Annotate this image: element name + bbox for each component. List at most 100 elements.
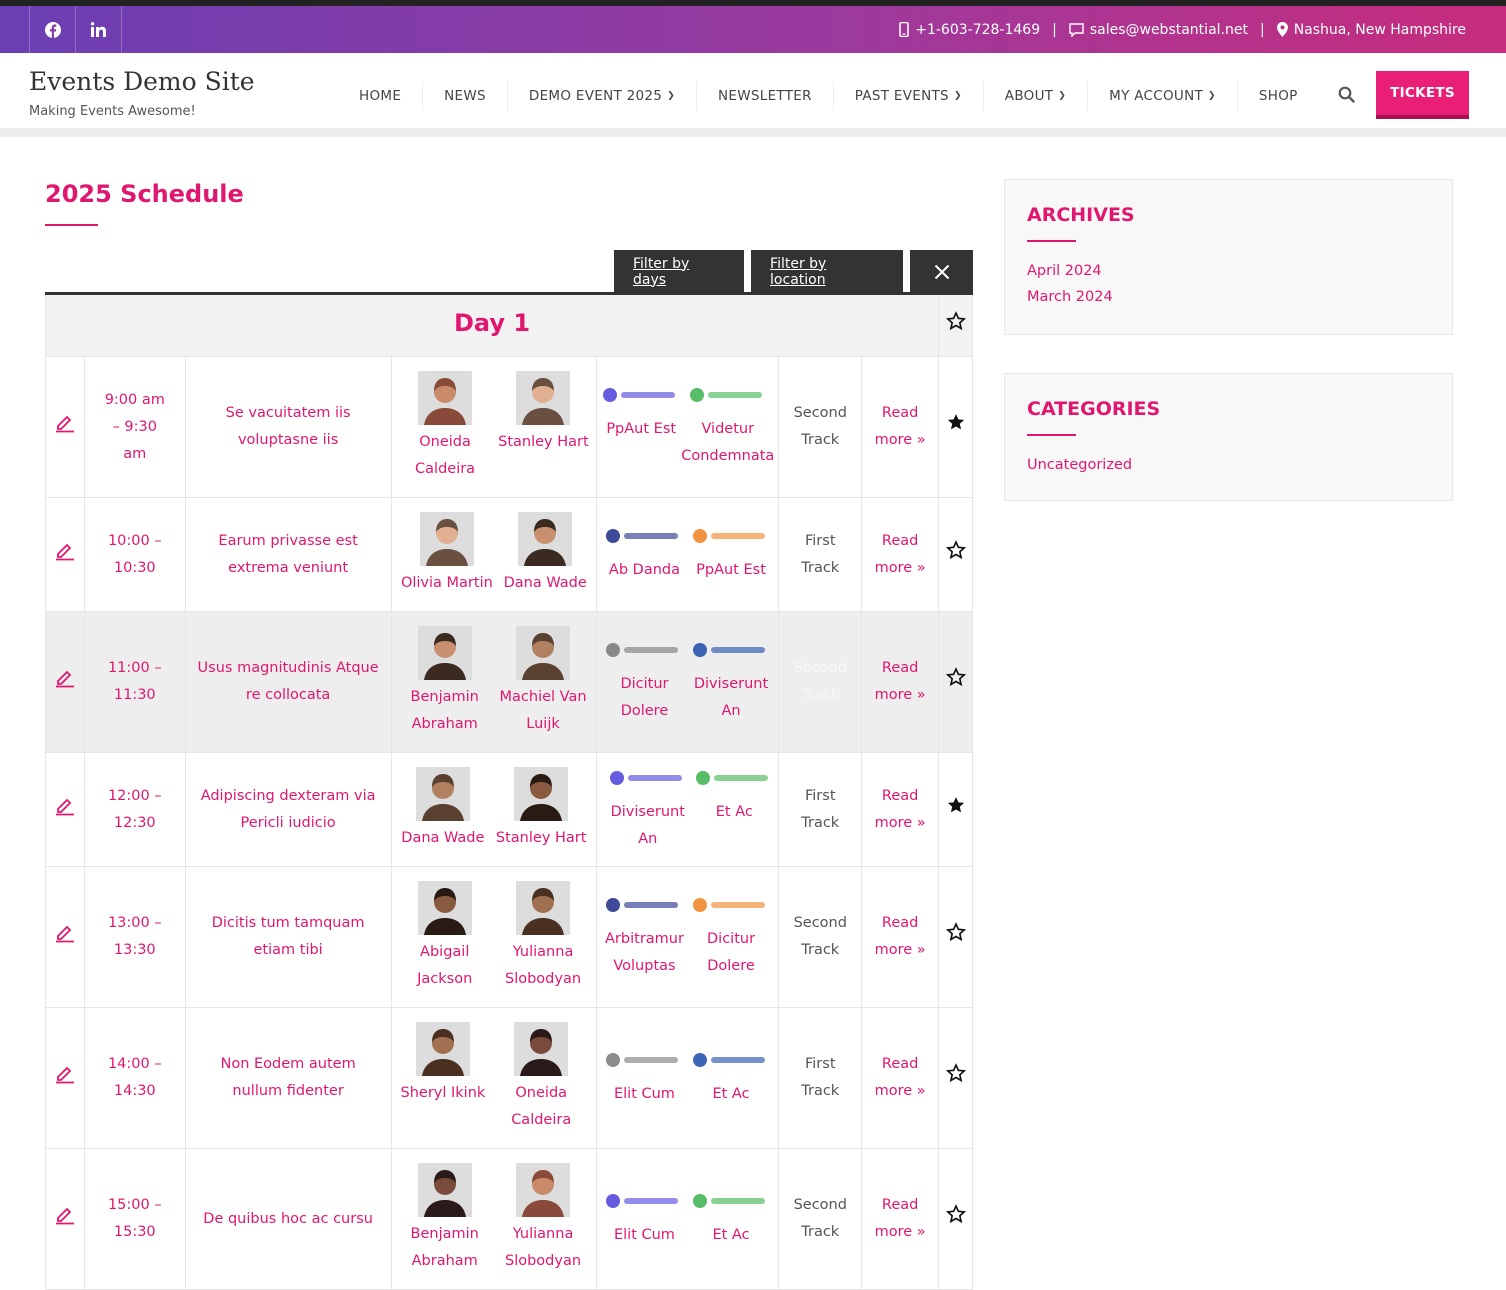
speaker-avatar[interactable] — [419, 512, 474, 566]
sponsor-name-link[interactable]: Videtur Condemnata — [681, 416, 774, 470]
speaker-name-link[interactable]: Abigail Jackson — [399, 939, 491, 993]
sponsor-logo[interactable] — [604, 1049, 684, 1071]
session-time-link[interactable]: 12:00 – 12:30 — [100, 783, 170, 837]
sponsor-name-link[interactable]: Et Ac — [712, 1222, 749, 1249]
star-outline-icon[interactable] — [945, 667, 966, 687]
sponsor-name-link[interactable]: PpAut Est — [696, 557, 766, 584]
nav-item-past-events[interactable]: PAST EVENTS ❯ — [834, 81, 984, 111]
sponsor-logo[interactable] — [694, 767, 774, 789]
sponsor-name-link[interactable]: Arbitramur Voluptas — [601, 926, 688, 980]
sponsor-name-link[interactable]: PpAut Est — [606, 416, 676, 443]
sponsor-logo[interactable] — [691, 1049, 771, 1071]
star-filled-icon[interactable] — [946, 412, 966, 432]
sponsor-logo[interactable] — [604, 525, 684, 547]
speaker-name-link[interactable]: Machiel Van Luijk — [497, 684, 589, 738]
sponsor-logo[interactable] — [601, 384, 681, 406]
clear-filters-button[interactable] — [910, 250, 973, 293]
speaker-name-link[interactable]: Yulianna Slobodyan — [497, 939, 589, 993]
speaker-name-link[interactable]: Stanley Hart — [496, 825, 587, 852]
session-time-link[interactable]: 11:00 – 11:30 — [100, 655, 170, 709]
speaker-avatar[interactable] — [514, 1022, 569, 1076]
speaker-avatar[interactable] — [518, 512, 573, 566]
tickets-button[interactable]: TICKETS — [1376, 71, 1469, 119]
read-more-link[interactable]: Read more » — [874, 528, 926, 582]
sponsor-logo[interactable] — [691, 1190, 771, 1212]
edit-session-link[interactable] — [54, 411, 76, 443]
speaker-name-link[interactable]: Oneida Caldeira — [399, 429, 491, 483]
speaker-name-link[interactable]: Olivia Martin — [401, 570, 493, 597]
category-link[interactable]: Uncategorized — [1027, 452, 1430, 478]
session-title-link[interactable]: Earum privasse est extrema veniunt — [196, 528, 381, 582]
speaker-avatar[interactable] — [418, 371, 473, 425]
sponsor-logo[interactable] — [608, 767, 688, 789]
archive-link[interactable]: March 2024 — [1027, 284, 1430, 310]
session-title-link[interactable]: Se vacuitatem iis voluptasne iis — [196, 400, 381, 454]
linkedin-link[interactable] — [76, 6, 122, 53]
speaker-name-link[interactable]: Benjamin Abraham — [399, 1221, 491, 1275]
sponsor-logo[interactable] — [691, 525, 771, 547]
speaker-avatar[interactable] — [415, 767, 470, 821]
site-title[interactable]: Events Demo Site — [29, 67, 255, 96]
speaker-avatar[interactable] — [417, 881, 472, 935]
phone-number[interactable]: +1-603-728-1469 — [915, 22, 1040, 38]
sponsor-logo[interactable] — [688, 384, 768, 406]
read-more-link[interactable]: Read more » — [874, 910, 926, 964]
nav-item-about[interactable]: ABOUT ❯ — [984, 81, 1089, 111]
edit-session-link[interactable] — [54, 1203, 76, 1235]
nav-item-shop[interactable]: SHOP — [1238, 81, 1319, 111]
sponsor-logo[interactable] — [604, 639, 684, 661]
speaker-avatar[interactable] — [516, 1163, 571, 1217]
sponsor-name-link[interactable]: Et Ac — [712, 1081, 749, 1108]
sponsor-name-link[interactable]: Dicitur Dolere — [601, 671, 688, 725]
speaker-avatar[interactable] — [415, 1022, 470, 1076]
speaker-name-link[interactable]: Benjamin Abraham — [399, 684, 491, 738]
star-outline-icon[interactable] — [945, 310, 966, 331]
speaker-name-link[interactable]: Oneida Caldeira — [495, 1080, 587, 1134]
session-title-link[interactable]: Non Eodem autem nullum fidenter — [196, 1051, 381, 1105]
sponsor-name-link[interactable]: Diviserunt An — [601, 799, 694, 853]
sponsor-logo[interactable] — [691, 639, 771, 661]
edit-session-link[interactable] — [54, 794, 76, 826]
speaker-name-link[interactable]: Sheryl Ikink — [401, 1080, 486, 1107]
session-title-link[interactable]: Dicitis tum tamquam etiam tibi — [196, 910, 381, 964]
speaker-name-link[interactable]: Dana Wade — [401, 825, 484, 852]
session-time-link[interactable]: 9:00 am – 9:30 am — [100, 387, 170, 468]
search-button[interactable] — [1338, 86, 1355, 107]
edit-session-link[interactable] — [54, 921, 76, 953]
facebook-link[interactable] — [30, 6, 76, 53]
nav-item-newsletter[interactable]: NEWSLETTER — [697, 81, 834, 111]
filter-by-location-button[interactable]: Filter by location — [751, 250, 904, 293]
read-more-link[interactable]: Read more » — [874, 400, 926, 454]
session-time-link[interactable]: 14:00 – 14:30 — [100, 1051, 170, 1105]
session-time-link[interactable]: 10:00 – 10:30 — [100, 528, 170, 582]
star-outline-icon[interactable] — [945, 1204, 966, 1224]
sponsor-name-link[interactable]: Diviserunt An — [688, 671, 775, 725]
edit-session-link[interactable] — [54, 539, 76, 571]
session-title-link[interactable]: De quibus hoc ac cursu — [196, 1206, 381, 1233]
read-more-link[interactable]: Read more » — [874, 655, 926, 709]
sponsor-logo[interactable] — [604, 894, 684, 916]
sponsor-name-link[interactable]: Elit Cum — [614, 1222, 675, 1249]
sponsor-logo[interactable] — [691, 894, 771, 916]
session-title-link[interactable]: Usus magnitudinis Atque re collocata — [196, 655, 381, 709]
sponsor-logo[interactable] — [604, 1190, 684, 1212]
sponsor-name-link[interactable]: Dicitur Dolere — [688, 926, 775, 980]
speaker-avatar[interactable] — [514, 767, 569, 821]
sponsor-name-link[interactable]: Elit Cum — [614, 1081, 675, 1108]
read-more-link[interactable]: Read more » — [874, 1192, 926, 1246]
star-outline-icon[interactable] — [945, 1063, 966, 1083]
session-time-link[interactable]: 15:00 – 15:30 — [100, 1192, 170, 1246]
speaker-name-link[interactable]: Stanley Hart — [498, 429, 589, 456]
nav-item-demo-event-2025[interactable]: DEMO EVENT 2025 ❯ — [508, 81, 698, 111]
star-outline-icon[interactable] — [945, 539, 966, 560]
archive-link[interactable]: April 2024 — [1027, 258, 1430, 284]
edit-session-link[interactable] — [54, 666, 76, 698]
filter-by-days-button[interactable]: Filter by days — [614, 250, 745, 293]
sponsor-name-link[interactable]: Ab Danda — [609, 557, 680, 584]
session-title-link[interactable]: Adipiscing dexteram via Pericli iudicio — [196, 783, 381, 837]
edit-session-link[interactable] — [54, 1062, 76, 1094]
speaker-name-link[interactable]: Dana Wade — [504, 570, 587, 597]
read-more-link[interactable]: Read more » — [874, 783, 926, 837]
nav-item-home[interactable]: HOME — [338, 81, 424, 111]
speaker-avatar[interactable] — [417, 626, 472, 680]
